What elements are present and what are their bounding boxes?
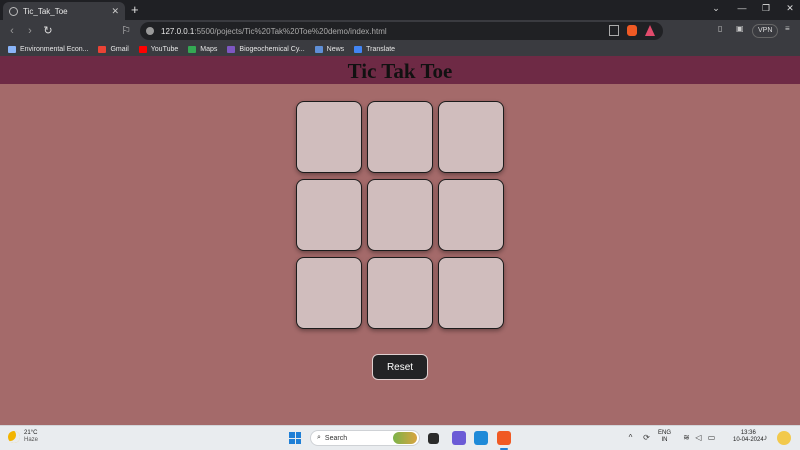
chevron-up-icon[interactable]: ^: [626, 433, 635, 442]
bookmark-item[interactable]: Environmental Econ...: [8, 45, 88, 53]
news-icon: [314, 45, 323, 53]
weather-condition: Haze: [24, 437, 39, 443]
taskbar-search[interactable]: ⌕ Search: [310, 430, 420, 446]
board-cell[interactable]: [367, 179, 433, 251]
temperature: 21°C: [24, 430, 38, 436]
vscode-icon[interactable]: [474, 431, 488, 445]
notification-bell-icon[interactable]: ♪: [761, 433, 770, 442]
globe-icon: [9, 6, 18, 16]
browser-toolbar: ‹ › ↻ ⚐ 127.0.0.1 :5500/pojects/Tic%20Ta…: [0, 20, 800, 42]
bookmark-item[interactable]: YouTube: [138, 45, 178, 53]
browser-tab-strip: Tic_Tak_Toe ✕ + ⌄ — ❐ ✕: [0, 0, 800, 20]
task-view-icon[interactable]: [428, 433, 439, 444]
taskbar: 21°C Haze ⌕ Search ^ ⟳ ENG IN ≋ ◁ ▭ 13:3…: [0, 425, 800, 450]
bookmark-icon[interactable]: ⚐: [118, 23, 134, 39]
url-host: 127.0.0.1: [161, 26, 195, 36]
board-cell[interactable]: [438, 257, 504, 329]
address-bar[interactable]: 127.0.0.1 :5500/pojects/Tic%20Tak%20Toe%…: [140, 22, 663, 40]
board-cell[interactable]: [367, 101, 433, 173]
browser-tab[interactable]: Tic_Tak_Toe ✕: [3, 2, 125, 20]
moon-icon: [8, 431, 20, 443]
board-cell[interactable]: [296, 257, 362, 329]
bookmark-favicon-icon: [227, 45, 236, 53]
sidebar-icon[interactable]: ▯: [718, 24, 722, 38]
forward-icon[interactable]: ›: [22, 23, 38, 39]
sync-icon[interactable]: ⟳: [642, 433, 651, 442]
youtube-icon: [138, 45, 147, 53]
wallet-icon[interactable]: ▣: [736, 24, 744, 38]
bookmark-item[interactable]: Gmail: [98, 45, 129, 53]
copilot-icon[interactable]: [777, 431, 791, 445]
teams-icon[interactable]: [452, 431, 466, 445]
weather-widget[interactable]: 21°C Haze: [8, 430, 38, 444]
menu-icon[interactable]: ≡: [785, 24, 790, 38]
window-close-icon[interactable]: ✕: [776, 0, 800, 20]
site-info-icon[interactable]: [146, 27, 154, 35]
game-board: [296, 101, 505, 331]
vpn-button[interactable]: VPN: [752, 24, 779, 38]
gmail-icon: [98, 45, 107, 53]
search-label: Search: [324, 434, 348, 442]
battery-icon[interactable]: ▭: [707, 433, 716, 442]
board-cell[interactable]: [296, 179, 362, 251]
wifi-icon[interactable]: ≋: [682, 433, 691, 442]
tab-title: Tic_Tak_Toe: [23, 6, 68, 16]
bookmark-item[interactable]: Biogeochemical Cy...: [227, 45, 305, 53]
page-title: Tic Tak Toe: [347, 59, 453, 83]
windows-start-icon[interactable]: [289, 432, 301, 444]
bookmarks-bar: Environmental Econ... Gmail YouTube Maps…: [0, 42, 800, 56]
url-path: :5500/pojects/Tic%20Tak%20Toe%20demo/ind…: [194, 26, 387, 36]
clock[interactable]: 13:36 10-04-2024: [733, 430, 764, 444]
bookmark-item[interactable]: News: [314, 45, 344, 53]
board-cell[interactable]: [296, 101, 362, 173]
brave-shields-icon[interactable]: [627, 25, 637, 36]
chevron-down-icon[interactable]: ⌄: [702, 0, 730, 20]
share-icon[interactable]: [609, 25, 619, 36]
brave-rewards-icon[interactable]: [645, 25, 655, 36]
maps-icon: [188, 45, 197, 53]
search-highlight-icon: [393, 432, 417, 444]
board-cell[interactable]: [438, 179, 504, 251]
brave-browser-icon[interactable]: [497, 431, 511, 445]
bookmark-item[interactable]: Maps: [188, 45, 217, 53]
back-icon[interactable]: ‹: [4, 23, 20, 39]
reload-icon[interactable]: ↻: [40, 23, 56, 39]
date: 10-04-2024: [733, 437, 764, 443]
bookmark-favicon-icon: [8, 45, 16, 53]
reset-button[interactable]: Reset: [372, 354, 428, 380]
volume-icon[interactable]: ◁: [694, 433, 703, 442]
tab-close-icon[interactable]: ✕: [111, 6, 119, 17]
board-cell[interactable]: [367, 257, 433, 329]
new-tab-button[interactable]: +: [131, 2, 139, 18]
translate-icon: [354, 45, 363, 53]
language-indicator[interactable]: ENG IN: [658, 430, 671, 444]
bookmark-item[interactable]: Translate: [354, 45, 395, 53]
board-cell[interactable]: [438, 101, 504, 173]
search-icon: ⌕: [317, 434, 321, 441]
page-header: Tic Tak Toe: [0, 56, 800, 84]
time: 13:36: [740, 430, 756, 436]
